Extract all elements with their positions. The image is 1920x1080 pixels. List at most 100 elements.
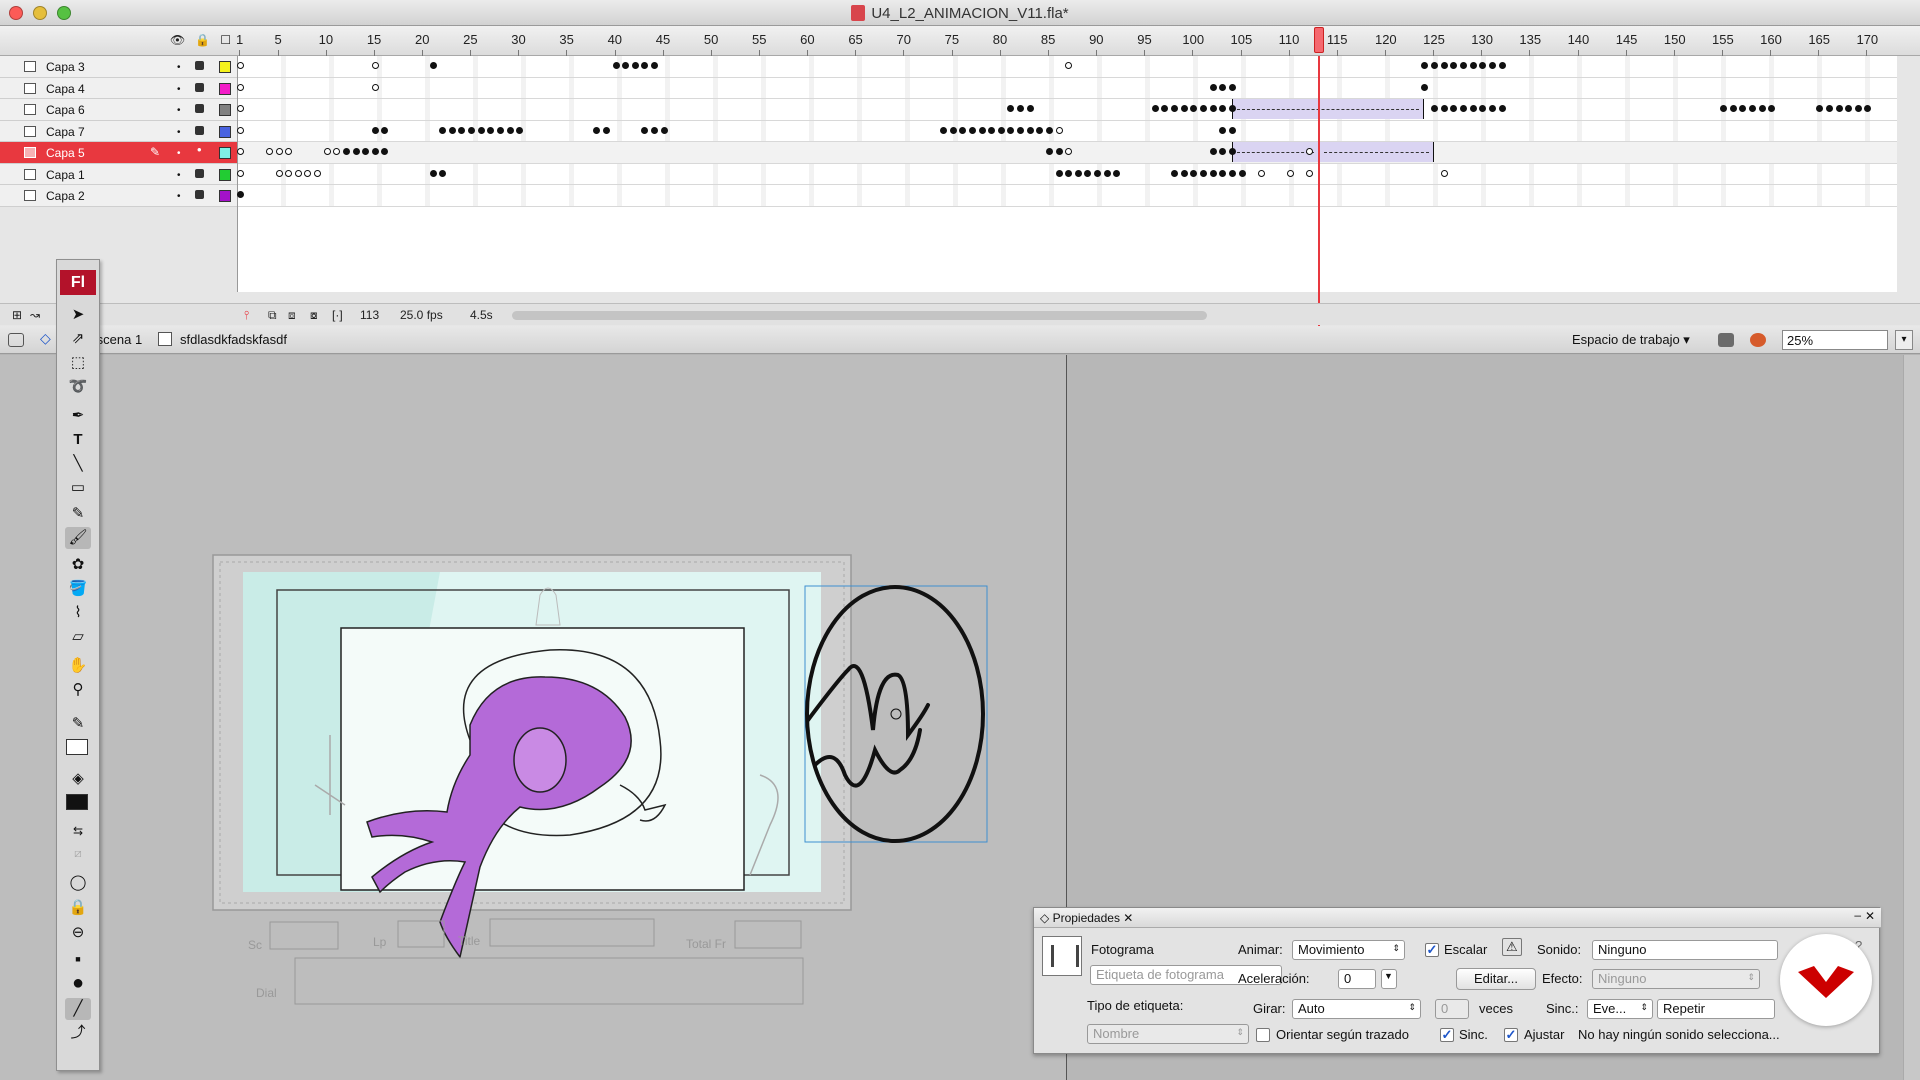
layer-row[interactable]: Capa 2 • (0, 185, 237, 207)
selection-tool-icon[interactable]: ➤ (65, 304, 91, 326)
visibility-dot-icon[interactable]: • (177, 170, 181, 181)
keyframe-dot[interactable] (622, 62, 630, 69)
lock-dot-icon[interactable] (195, 61, 204, 70)
keyframe-dot[interactable] (1065, 169, 1073, 177)
keyframe-dot[interactable] (1488, 62, 1496, 69)
animate-select[interactable]: Movimiento ⇕ (1292, 940, 1405, 960)
empty-keyframe-dot[interactable] (314, 169, 322, 177)
empty-keyframe-dot[interactable] (371, 62, 379, 69)
layer-name[interactable]: Capa 7 (46, 125, 85, 139)
onion-markers-icon[interactable]: [·] (332, 308, 343, 322)
scale-checkbox[interactable]: ✓ (1425, 943, 1439, 957)
keyframe-dot[interactable] (1440, 105, 1448, 112)
keyframe-dot[interactable] (439, 126, 447, 134)
empty-keyframe-dot[interactable] (1305, 148, 1313, 155)
onion-skin-icon[interactable]: ⧉ (268, 308, 277, 323)
zoom-input[interactable]: 25% (1782, 330, 1888, 350)
empty-keyframe-dot[interactable] (1286, 169, 1294, 177)
object-drawing-icon[interactable]: ◯ (65, 872, 91, 894)
empty-keyframe-dot[interactable] (1055, 126, 1063, 134)
edit-scene-icon[interactable] (1718, 333, 1734, 347)
empty-keyframe-dot[interactable] (285, 148, 293, 155)
properties-tab[interactable]: ◇ Propiedades ✕ – ✕ (1034, 908, 1881, 928)
keyframe-dot[interactable] (1498, 62, 1506, 69)
visibility-dot-icon[interactable]: • (177, 127, 181, 138)
keyframe-dot[interactable] (362, 148, 370, 155)
motion-tween-span[interactable] (1231, 99, 1425, 119)
lock-dot-icon[interactable] (195, 168, 204, 178)
stroke-color-swatch[interactable] (66, 739, 88, 755)
keyframe-dot[interactable] (1219, 148, 1227, 155)
onion-outline-icon[interactable]: ⧈ (288, 308, 296, 323)
paint-bucket-tool-icon[interactable]: 🪣 (65, 578, 91, 600)
keyframe-dot[interactable] (1450, 105, 1458, 112)
deco-tool-icon[interactable]: ✿ (65, 554, 91, 576)
stage-vertical-scrollbar[interactable] (1903, 355, 1920, 1080)
layer-name[interactable]: Capa 5 (46, 146, 85, 160)
keyframe-dot[interactable] (612, 62, 620, 69)
keyframe-dot[interactable] (458, 126, 466, 134)
keyframe-dot[interactable] (429, 169, 437, 177)
stage-canvas[interactable] (0, 355, 1066, 1080)
eyedropper-tool-icon[interactable]: ⌇ (65, 602, 91, 624)
edit-symbol-icon[interactable] (1750, 333, 1766, 347)
stroke-color-pencil-icon[interactable]: ✎ (65, 713, 91, 735)
lock-dot-icon[interactable] (195, 82, 204, 92)
keyframe-dot[interactable] (1113, 169, 1121, 177)
keyframe-dot[interactable] (1729, 105, 1737, 112)
empty-keyframe-dot[interactable] (1305, 169, 1313, 177)
keyframe-dot[interactable] (439, 169, 447, 177)
ease-dropdown-icon[interactable]: ▼ (1381, 969, 1397, 989)
keyframe-dot[interactable] (1171, 169, 1179, 177)
symbol-breadcrumb[interactable]: sfdlasdkfadskfasdf (180, 332, 287, 347)
keyframe-dot[interactable] (1209, 169, 1217, 177)
brush-shape-icon[interactable]: ● (65, 972, 91, 994)
new-layer-icon[interactable]: ⊞ (12, 308, 22, 322)
frame-row[interactable] (237, 77, 1897, 99)
keyframe-dot[interactable] (1219, 169, 1227, 177)
keyframe-dot[interactable] (1845, 105, 1853, 112)
keyframe-dot[interactable] (1238, 169, 1246, 177)
effect-select[interactable]: Ninguno ⇕ (1592, 969, 1760, 989)
visibility-dot-icon[interactable]: • (177, 84, 181, 95)
layer-row[interactable]: Capa 6 • (0, 99, 237, 121)
layer-row[interactable]: Capa 7 • (0, 120, 237, 142)
keyframe-dot[interactable] (1209, 148, 1217, 155)
keyframe-dot[interactable] (1816, 105, 1824, 112)
keyframe-dot[interactable] (1045, 126, 1053, 134)
keyframe-dot[interactable] (1835, 105, 1843, 112)
empty-keyframe-dot[interactable] (265, 148, 273, 155)
keyframe-dot[interactable] (1171, 105, 1179, 112)
keyframe-dot[interactable] (468, 126, 476, 134)
lock-dot-icon[interactable] (195, 190, 204, 199)
keyframe-dot[interactable] (641, 62, 649, 69)
layer-outline-swatch[interactable] (219, 61, 231, 73)
keyframe-dot[interactable] (1209, 105, 1217, 112)
keyframe-dot[interactable] (371, 126, 379, 134)
keyframe-dot[interactable] (516, 126, 524, 134)
lock-fill-icon[interactable]: 🔒 (65, 897, 91, 919)
empty-keyframe-dot[interactable] (237, 126, 244, 134)
label-type-select[interactable]: Nombre ⇕ (1087, 1024, 1249, 1044)
keyframe-dot[interactable] (448, 126, 456, 134)
free-transform-tool-icon[interactable]: ⬚ (65, 352, 91, 374)
keyframe-dot[interactable] (1431, 62, 1439, 69)
keyframe-dot[interactable] (1151, 105, 1159, 112)
keyframe-dot[interactable] (1036, 126, 1044, 134)
keyframe-dot[interactable] (988, 126, 996, 134)
keyframe-dot[interactable] (1768, 105, 1776, 112)
keyframe-dot[interactable] (1200, 169, 1207, 177)
eye-icon[interactable]: 👁 (170, 33, 195, 47)
rectangle-tool-icon[interactable]: ▭ (65, 477, 91, 499)
keyframe-dot[interactable] (602, 126, 610, 134)
keyframe-dot[interactable] (1228, 105, 1236, 112)
keyframe-dot[interactable] (1498, 105, 1506, 112)
warning-icon[interactable]: ⚠ (1502, 938, 1522, 956)
layer-row[interactable]: Capa 4 • (0, 77, 237, 99)
fill-color-swatch[interactable] (66, 794, 88, 810)
layer-row[interactable]: Capa 5 ✎ • (0, 142, 237, 164)
lock-dot-icon[interactable] (195, 142, 204, 157)
layer-outline-swatch[interactable] (219, 125, 231, 138)
registration-point-icon[interactable] (890, 708, 902, 720)
keyframe-dot[interactable] (1190, 169, 1198, 177)
